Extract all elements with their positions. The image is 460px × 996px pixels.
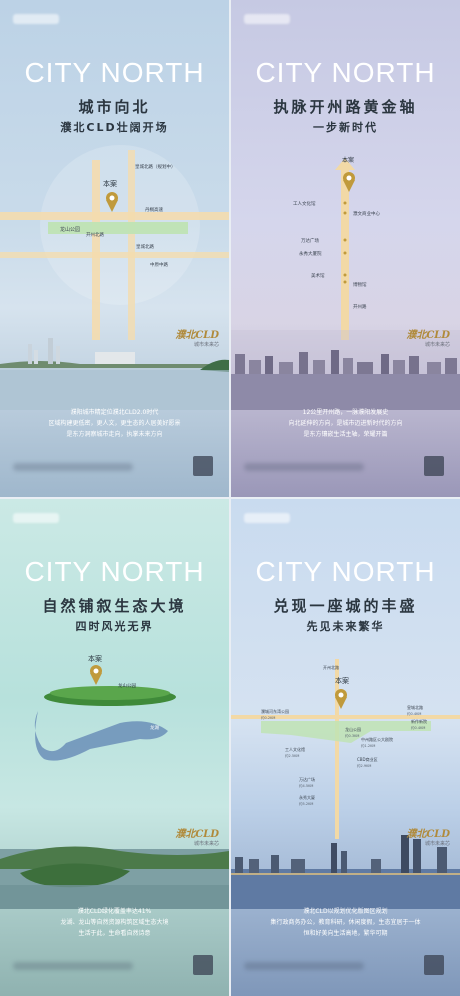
poster-city-north-2: CITY NORTH 执脉开州路黄金轴 一步新时代 本案 工人文化馆 濮文商业中… [231, 0, 460, 497]
poster-subtitle: 一步新时代 [313, 121, 378, 134]
poi-distance: 约2.5KM [285, 753, 299, 758]
poster-city-north-4: CITY NORTH 兑现一座城的丰盛 先见未来繁华 本案 开州北路 濮城河东湾… [231, 499, 460, 996]
qr-code [193, 456, 213, 476]
poi-label: 濮城河东湾公园 [261, 708, 289, 714]
poi-label: 龙山公园 [345, 726, 361, 732]
poster-description: 濮北CLD绿化覆盖率达41% 龙湖、龙山等自然资源构筑区域生态大境 生活于此，生… [60, 908, 169, 937]
contact-info-blurred [13, 463, 133, 471]
poster-subtitle: 先见未来繁华 [306, 620, 385, 633]
poi-distance: 约0.2KM [261, 715, 275, 720]
poster-title: 城市向北 [78, 98, 151, 116]
poi-label: 新作新院 [411, 718, 427, 724]
amenities-map: 本案 开州北路 濮城河东湾公园 约0.2KM 龙山公园 约0.3KM 皇城北路 … [231, 659, 460, 839]
poster-grid: CITY NORTH 城市向北 濮北CLD壮阔开场 本案 皇城北路（规划中） 开… [0, 0, 460, 996]
poster-title: 执脉开州路黄金轴 [273, 98, 418, 116]
brand-title: CITY NORTH [255, 556, 436, 587]
poi-distance: 约0.4KM [407, 711, 421, 716]
poi-label: 永秀大厦 [299, 794, 315, 800]
poi-distance: 约2.9KM [357, 763, 371, 768]
brand-title: CITY NORTH [24, 556, 205, 587]
poi-distance: 约1.2KM [361, 743, 375, 748]
qr-code [193, 955, 213, 975]
brand-logo [244, 14, 290, 24]
poster-city-north-3: CITY NORTH 自然铺叙生态大境 四时风光无界 本案 龙山公园 龙湖 濮北… [0, 499, 229, 996]
park-label: 龙山公园 [118, 682, 136, 689]
here-label: 本案 [335, 676, 349, 685]
poster-city-north-1: CITY NORTH 城市向北 濮北CLD壮阔开场 本案 皇城北路（规划中） 开… [0, 0, 229, 497]
here-label: 本案 [103, 179, 117, 188]
poi-label: 中州路区公大剧院 [361, 736, 393, 742]
road-label: 皇城北路 [136, 243, 154, 250]
location-map: 本案 皇城北路（规划中） 开州北路 龙山公园 丹桐高速 皇城北路 中原中路 [0, 145, 229, 340]
poi-label: 万达广场 [299, 776, 315, 782]
poster-title: 兑现一座城的丰盛 [273, 597, 418, 615]
stop-label: 永秀大厦院 [299, 250, 322, 257]
brand-logo [244, 513, 290, 523]
here-label: 本案 [342, 156, 354, 164]
poi-distance: 约4.5KM [299, 783, 313, 788]
poi-distance: 约0.4KM [411, 725, 425, 730]
brand-logo [13, 14, 59, 24]
axis-map: 本案 工人文化馆 濮文商业中心 万达广场 永秀大厦院 美术馆 博物馆 开州路 [293, 156, 380, 340]
cld-logo: 濮北CLD 城市未来芯 [175, 330, 219, 348]
road-label: 开州北路 [323, 664, 339, 670]
poi-label: 工人文化馆 [285, 746, 305, 752]
stop-label: 美术馆 [311, 272, 325, 279]
poster-title: 自然铺叙生态大境 [42, 597, 187, 615]
stop-label: 濮文商业中心 [353, 210, 380, 217]
road-label: 丹桐高速 [145, 206, 163, 213]
stop-label: 工人文化馆 [293, 200, 316, 207]
cld-logo: 濮北CLD 城市未来芯 [175, 829, 219, 847]
road-label: 开州路 [353, 303, 367, 310]
here-label: 本案 [88, 654, 102, 663]
brand-title: CITY NORTH [255, 57, 436, 88]
qr-code [424, 456, 444, 476]
contact-info-blurred [13, 962, 133, 970]
cld-logo: 濮北CLD 城市未来芯 [406, 330, 450, 348]
poi-distance: 约0.3KM [345, 733, 359, 738]
brand-logo [13, 513, 59, 523]
ecology-map: 本案 龙山公园 龙湖 [34, 654, 176, 761]
poster-subtitle: 濮北CLD壮阔开场 [60, 121, 169, 134]
brand-title: CITY NORTH [24, 57, 205, 88]
poi-distance: 约5.2KM [299, 801, 313, 806]
cld-logo: 濮北CLD 城市未来芯 [406, 829, 450, 847]
poster-description: 12公里开州路，一脉濮阳发展史 向北延伸的方向，是城市迈进新时代的方向 是东方镶… [288, 409, 403, 438]
road-label: 皇城北路 [407, 704, 423, 710]
poster-subtitle: 四时风光无界 [75, 620, 154, 633]
lake-label: 龙湖 [150, 724, 159, 731]
contact-info-blurred [244, 962, 364, 970]
poster-description: 濮阳城市精定位濮北CLD2.0时代 区域构建更低密，更人文，更生态的人居美好愿景… [48, 409, 181, 438]
poster-description: 濮北CLD以规划优化版图区规划 集行政商务办公，教育科研，休闲度假，生态宜居于一… [270, 908, 421, 937]
road-label: 中原中路 [150, 261, 168, 268]
location-pin [90, 665, 102, 685]
contact-info-blurred [244, 463, 364, 471]
poi-label: CBD商业区 [357, 756, 378, 762]
stop-label: 万达广场 [301, 237, 319, 244]
park-label: 龙山公园 [60, 226, 80, 233]
road-label: 皇城北路（规划中） [135, 163, 176, 170]
road-label: 开州北路 [86, 231, 104, 238]
stop-label: 博物馆 [353, 281, 367, 288]
qr-code [424, 955, 444, 975]
